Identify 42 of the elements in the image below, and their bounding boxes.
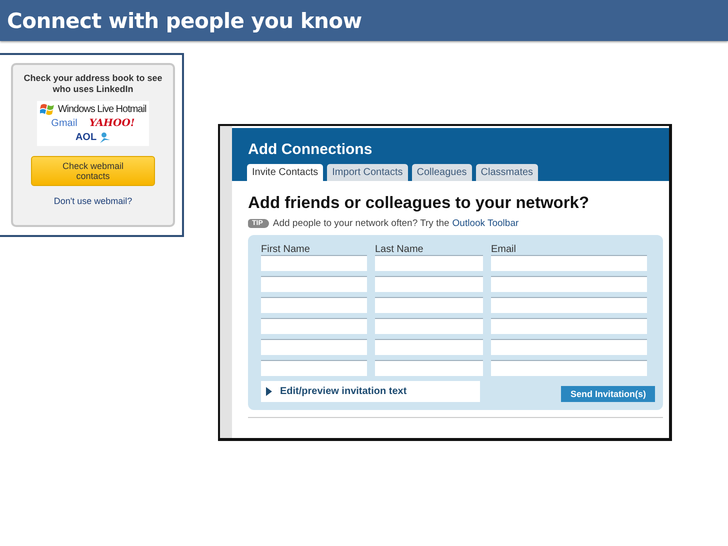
send-invitations-button[interactable]: Send Invitation(s) — [561, 386, 655, 402]
tip-text: Add people to your network often? Try the — [272, 218, 450, 229]
last-name-field[interactable] — [375, 255, 483, 271]
no-webmail-link[interactable]: Don't use webmail? — [54, 196, 132, 206]
column-label: First Name — [261, 244, 311, 255]
windows-flag-icon — [40, 103, 56, 116]
first-name-field[interactable] — [261, 255, 367, 271]
last-name-field[interactable] — [375, 276, 483, 292]
column-label: Last Name — [375, 244, 424, 255]
tab[interactable]: Colleagues — [412, 164, 472, 181]
page-heading: Add friends or colleagues to your network? — [248, 194, 590, 213]
email-field[interactable] — [491, 276, 647, 292]
first-name-field[interactable] — [261, 297, 367, 313]
first-name-field[interactable] — [261, 339, 367, 355]
edit-invitation-link[interactable]: Edit/preview invitation text — [261, 381, 480, 402]
check-webmail-button[interactable]: Check webmail contacts — [31, 156, 155, 186]
outlook-toolbar-link[interactable]: Outlook Toolbar — [452, 218, 519, 229]
first-name-field[interactable] — [261, 276, 367, 292]
last-name-field[interactable] — [375, 318, 483, 334]
email-field[interactable] — [491, 318, 647, 334]
gmail-logo: Gmail — [51, 117, 78, 130]
hotmail-logo: Windows Live Hotmail — [58, 103, 146, 116]
email-field[interactable] — [491, 255, 647, 271]
last-name-field[interactable] — [375, 339, 483, 355]
first-name-field[interactable] — [261, 318, 367, 334]
first-name-field[interactable] — [261, 360, 367, 376]
email-field[interactable] — [491, 297, 647, 313]
aol-man-icon — [98, 132, 111, 144]
aol-logo: AOL — [75, 131, 97, 144]
webmail-prompt: Check your address book to see who uses LinkedIn — [22, 73, 164, 95]
column-label: Email — [491, 244, 518, 255]
last-name-field[interactable] — [375, 360, 483, 376]
slide-title: Connect with people you know — [7, 8, 362, 32]
tab[interactable]: Invite Contacts — [247, 164, 324, 181]
email-field[interactable] — [491, 339, 647, 355]
tab[interactable]: Classmates — [476, 164, 538, 181]
yahoo-logo: YAHOO! — [89, 117, 135, 130]
add-connections-title: Add Connections — [248, 141, 374, 158]
tab[interactable]: Import Contacts — [327, 164, 408, 181]
last-name-field[interactable] — [375, 297, 483, 313]
expand-arrow-icon — [266, 387, 272, 396]
email-field[interactable] — [491, 360, 647, 376]
